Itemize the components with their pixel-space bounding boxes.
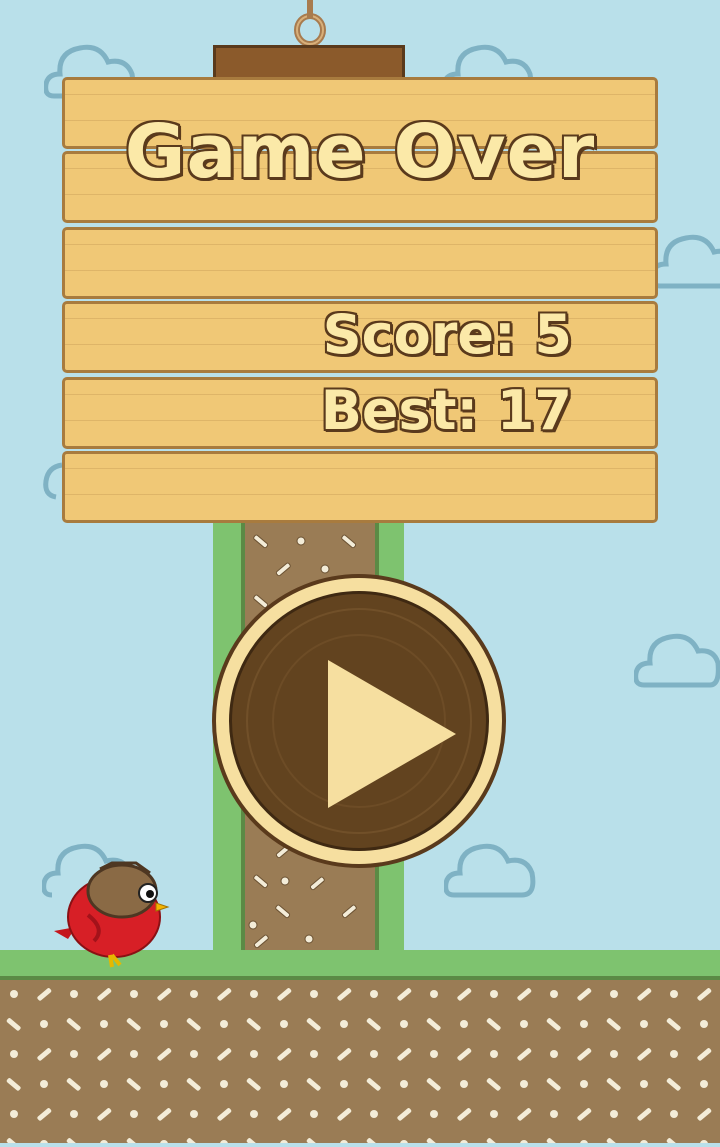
- cloud: [650, 228, 720, 290]
- play-button-face: [229, 591, 489, 851]
- sign-cap: [213, 45, 405, 81]
- sign-plank: [62, 227, 658, 299]
- red-bird-icon: [50, 855, 170, 970]
- sign-plank: [62, 451, 658, 523]
- play-icon: [328, 660, 456, 808]
- cloud: [634, 625, 720, 689]
- rope-icon: [292, 0, 328, 48]
- best-score-text: Best: 17: [320, 379, 572, 442]
- score-text: Score: 5: [322, 303, 572, 366]
- game-over-title: Game Over: [124, 109, 596, 195]
- play-button[interactable]: [212, 574, 506, 868]
- game-over-sign: Game Over Score: 5 Best: 17: [62, 77, 658, 523]
- cloud: [444, 835, 536, 899]
